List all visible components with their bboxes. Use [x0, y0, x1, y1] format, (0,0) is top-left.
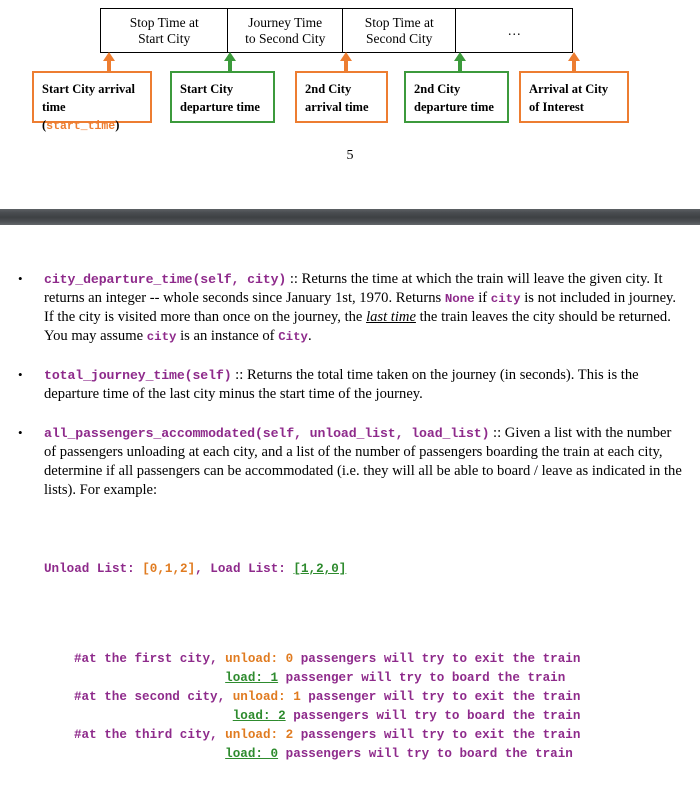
label-box-second-city-arrival: 2nd City arrival time: [295, 71, 388, 123]
list-separator: ,: [195, 561, 211, 576]
load-list-value: [1,2,0]: [293, 561, 347, 576]
line-suffix: passengers will try to exit the train: [293, 651, 581, 666]
example-line: #at the third city, unload: 2 passengers…: [74, 728, 580, 742]
spec-page: • city_departure_time(self, city) :: Ret…: [0, 225, 700, 761]
line-prefix: #at the third city,: [74, 728, 226, 743]
example-line: load: 2 passengers will try to board the…: [74, 708, 581, 723]
label-box-arrival-city-of-interest: Arrival at City of Interest: [519, 71, 629, 123]
line-value: 2: [285, 728, 294, 743]
line-suffix: passengers will try to board the train: [285, 708, 581, 723]
label-box-second-city-departure: 2nd City departure time: [404, 71, 509, 123]
bullet-icon: •: [18, 424, 23, 440]
timeline-cell-stop-second-city: Stop Time at Second City: [343, 9, 457, 52]
spec-list: • city_departure_time(self, city) :: Ret…: [0, 270, 700, 500]
page-divider: [0, 209, 700, 225]
description-text: .: [307, 327, 312, 344]
separator: ::: [489, 424, 505, 441]
list-item: • total_journey_time(self) :: Returns th…: [0, 366, 700, 404]
timeline-cell-journey-to-second: Journey Time to Second City: [228, 9, 343, 52]
example-code-block: Unload List: [0,1,2], Load List: [1,2,0]…: [0, 522, 700, 803]
label-box-line-2: departure time: [180, 100, 260, 115]
start-time-code: start_time: [46, 120, 116, 134]
example-line: #at the second city, unload: 1 passenger…: [74, 690, 580, 704]
line-prefix: [74, 747, 225, 761]
line-key: unload:: [232, 689, 294, 704]
line-key: unload:: [225, 651, 286, 666]
line-suffix: passengers will try to board the train: [278, 747, 573, 762]
example-line: #at the first city, unload: 0 passengers…: [74, 652, 580, 666]
method-signature: total_journey_time(self): [44, 367, 232, 383]
bullet-icon: •: [18, 366, 23, 382]
line-prefix: #at the first city,: [74, 651, 226, 666]
line-prefix: [74, 671, 225, 685]
line-value: 1: [270, 670, 279, 685]
timeline-cell-label: …: [507, 22, 521, 38]
list-item: • city_departure_time(self, city) :: Ret…: [0, 270, 700, 346]
label-box-line-2: departure time: [414, 100, 494, 115]
method-signature: city_departure_time(self, city): [44, 272, 287, 287]
separator: ::: [231, 366, 247, 383]
label-box-start-city-departure: Start City departure time: [170, 71, 275, 123]
list-item: • all_passengers_accommodated(self, unlo…: [0, 424, 700, 500]
example-line: load: 0 passengers will try to board the…: [74, 747, 573, 761]
load-list-label: Load List:: [210, 561, 294, 576]
line-prefix: #at the second city,: [74, 689, 233, 704]
timeline-cell-ellipsis: …: [456, 9, 572, 52]
line-value: 2: [278, 708, 286, 723]
bullet-icon: •: [18, 271, 23, 286]
label-box-line-1: 2nd City: [414, 82, 461, 96]
label-box-line-1: Start City: [180, 82, 234, 96]
label-box-line-2: arrival time: [305, 100, 369, 115]
line-suffix: passenger will try to board the train: [278, 670, 566, 685]
unload-list-label: Unload List:: [44, 561, 143, 576]
label-box-line-2: time (start_time): [42, 98, 142, 136]
label-box-line-1: Start City arrival: [42, 82, 136, 96]
line-key: load:: [232, 708, 279, 723]
code-city-param: city: [490, 291, 521, 306]
line-key: load:: [225, 747, 271, 762]
example-line: load: 1 passenger will try to board the …: [74, 671, 565, 685]
label-box-line-1: 2nd City: [305, 82, 352, 96]
timeline-cell-stop-start-city: Stop Time at Start City: [101, 9, 229, 52]
line-prefix: [74, 709, 233, 723]
line-value: 1: [293, 689, 301, 704]
code-none: None: [444, 291, 475, 306]
separator: ::: [286, 271, 302, 287]
description-text: is an instance of: [176, 327, 279, 344]
emphasis-last-time: last time: [366, 308, 416, 325]
code-city-class: City: [278, 329, 308, 344]
line-suffix: passenger will try to exit the train: [300, 689, 581, 704]
label-box-line-2: of Interest: [529, 100, 584, 115]
label-box-start-city-arrival: Start City arrival time (start_time): [32, 71, 152, 133]
code-city-param-2: city: [146, 329, 177, 344]
line-suffix: passengers will try to exit the train: [293, 728, 581, 743]
unload-list-value: [0,1,2]: [142, 561, 196, 576]
label-box-line-1: Arrival at City: [529, 82, 609, 96]
method-signature: all_passengers_accommodated(self, unload…: [44, 425, 490, 441]
description-text: if: [474, 289, 491, 306]
example-lists-line: Unload List: [0,1,2], Load List: [1,2,0]: [44, 560, 700, 579]
timeline-cell-label: Stop Time at Second City: [364, 14, 434, 46]
diagram-page: Stop Time at Start City Journey Time to Se…: [0, 0, 700, 205]
line-key: unload:: [225, 728, 286, 743]
timeline-cell-label: Journey Time to Second City: [245, 14, 326, 46]
page-number: 5: [346, 148, 354, 163]
timeline-table: Stop Time at Start City Journey Time to Se…: [100, 8, 573, 53]
example-comment-lines: #at the first city, unload: 0 passengers…: [44, 650, 700, 765]
label-suffix: ): [115, 118, 120, 133]
line-key: load:: [225, 670, 271, 685]
timeline-cell-label: Stop Time at Start City: [129, 14, 199, 46]
line-value: 0: [270, 747, 279, 762]
